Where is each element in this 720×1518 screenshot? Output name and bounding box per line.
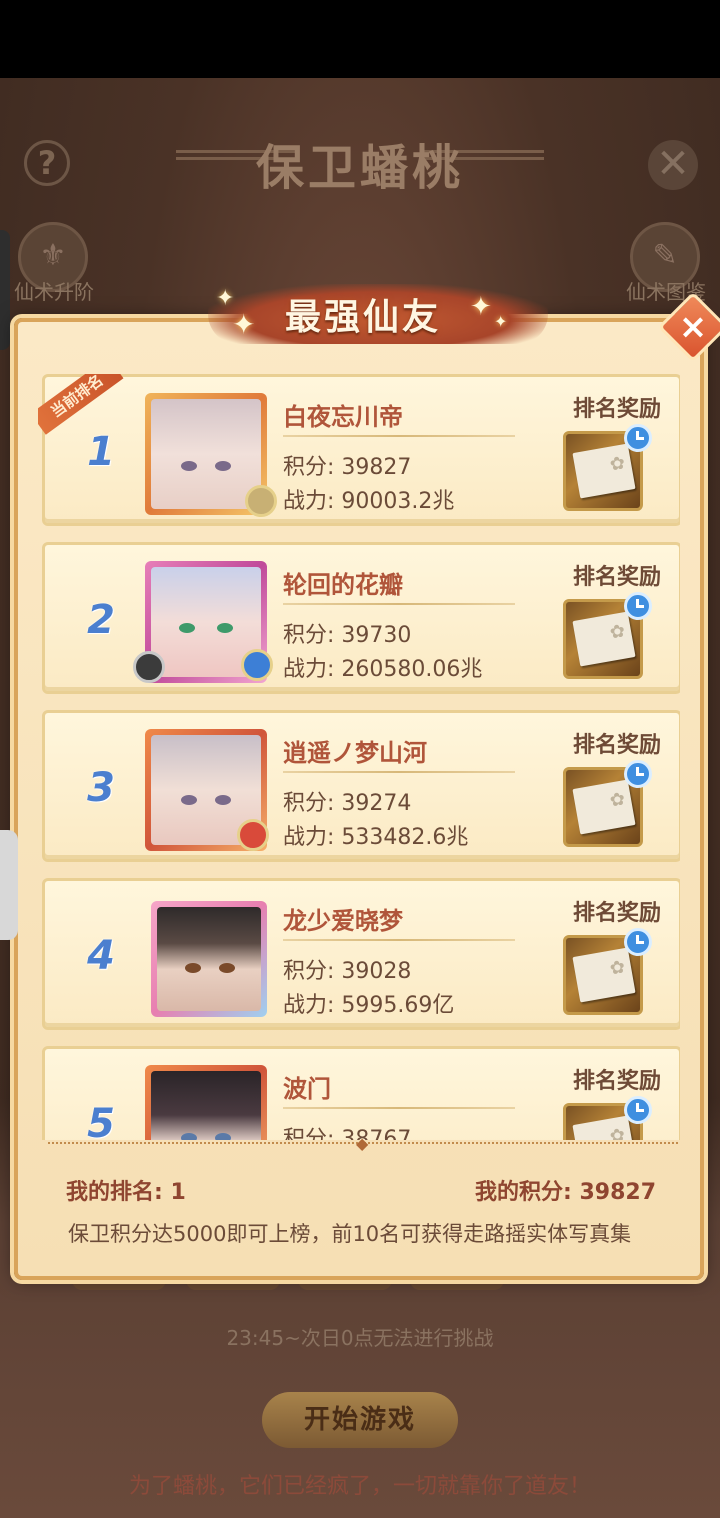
avatar-eye <box>181 795 197 805</box>
clock-icon <box>624 760 652 788</box>
ranking-row[interactable]: 4 龙少爱晓梦 积分: 39028 战力: 5995.69亿 排名奖励 <box>42 878 680 1030</box>
start-game-button[interactable]: 开始游戏 <box>262 1392 458 1448</box>
player-power: 战力: 5995.69亿 <box>283 993 455 1018</box>
challenge-time-notice: 23:45~次日0点无法进行挑战 <box>226 1326 494 1350</box>
clock-icon <box>624 1096 652 1124</box>
app-screen: ? 保卫蟠桃 ✕ ⚜ 仙术升阶 ✎ 仙术图鉴 23:45~次日0点无法进行挑战 … <box>0 0 720 1518</box>
player-score: 积分: 39827 <box>283 455 412 480</box>
player-name: 白夜忘川帝 <box>283 403 403 431</box>
player-power: 战力: 533482.6兆 <box>283 825 469 850</box>
player-name: 波门 <box>283 1075 331 1103</box>
avatar-eye <box>181 461 197 471</box>
avatar-portrait <box>157 907 261 1011</box>
side-drawer-handle[interactable] <box>0 830 18 940</box>
game-close-icon[interactable]: ✕ <box>648 140 698 190</box>
avatar-eye <box>185 963 201 973</box>
clock-icon <box>624 928 652 956</box>
avatar-eye <box>215 461 231 471</box>
reward-label: 排名奖励 <box>572 397 661 422</box>
ranking-row[interactable]: 3 逍遥ノ梦山河 积分: 39274 战力: 533482.6兆 排名奖励 <box>42 710 680 862</box>
pet-badge-icon <box>133 651 165 683</box>
photo-card-icon <box>572 947 636 1003</box>
photo-card-icon <box>572 779 636 835</box>
rank-number: 3 <box>87 765 115 811</box>
avatar[interactable] <box>145 1065 267 1140</box>
avatar-eye <box>215 1133 231 1140</box>
name-divider <box>283 603 515 605</box>
name-divider <box>283 771 515 773</box>
player-score: 积分: 38767 <box>283 1127 412 1140</box>
reward-item[interactable] <box>563 424 652 511</box>
my-score: 我的积分: 39827 <box>475 1180 656 1205</box>
slogan-text: 为了蟠桃，它们已经疯了，一切就靠你了道友！ <box>128 1474 591 1499</box>
divider-ornament-icon: ◆ <box>356 1134 369 1153</box>
sparkle-icon: ✦ <box>470 292 492 322</box>
ranking-row[interactable]: 5 波门 积分: 38767 排名奖励 <box>42 1046 680 1140</box>
modal-title: 最强仙友 <box>284 297 441 338</box>
avatar-eye <box>217 623 233 633</box>
reward-item[interactable] <box>563 1096 652 1140</box>
status-bar <box>0 0 720 78</box>
reward-label: 排名奖励 <box>572 1069 661 1094</box>
reward-label: 排名奖励 <box>572 733 661 758</box>
avatar-eye <box>219 963 235 973</box>
medal-badge-icon <box>245 485 277 517</box>
rank-number: 5 <box>87 1101 115 1140</box>
sparkle-icon: ✦ <box>232 308 256 341</box>
reward-label: 排名奖励 <box>572 901 661 926</box>
reward-item[interactable] <box>563 928 652 1015</box>
rank-number: 2 <box>87 597 115 643</box>
avatar-eye <box>215 795 231 805</box>
clock-icon <box>624 424 652 452</box>
avatar-portrait <box>151 1071 261 1140</box>
player-power: 战力: 260580.06兆 <box>283 657 483 682</box>
leaderboard-rule-tip: 保卫积分达5000即可上榜，前10名可获得走路摇实体写真集 <box>68 1222 632 1246</box>
player-name: 龙少爱晓梦 <box>283 907 403 935</box>
reward-item[interactable] <box>563 760 652 847</box>
rank-number: 1 <box>87 429 115 475</box>
rank-number: 4 <box>87 933 115 979</box>
ranking-row[interactable]: 当前排名 1 白夜忘川帝 积分: 39827 战力: 90003.2兆 排名奖励 <box>38 374 680 526</box>
photo-card-icon <box>572 443 636 499</box>
player-score: 积分: 39730 <box>283 623 412 648</box>
leaderboard-modal: 最强仙友 ✦ ✦ ✦ ✦ × 当前排名 1 白夜忘川帝 积分: 39827 战力… <box>14 284 720 1280</box>
clock-icon <box>624 592 652 620</box>
avatar-eye <box>181 1133 197 1140</box>
sparkle-icon: ✦ <box>494 312 508 331</box>
close-icon: × <box>678 307 708 347</box>
current-rank-tag: 当前排名 <box>38 374 124 435</box>
player-power: 战力: 90003.2兆 <box>283 489 455 514</box>
name-divider <box>283 1107 515 1109</box>
name-divider <box>283 939 515 941</box>
player-score: 积分: 39028 <box>283 959 412 984</box>
player-name: 轮回的花瓣 <box>283 571 403 599</box>
medal-badge-icon <box>237 819 269 851</box>
avatar-portrait <box>151 399 261 509</box>
avatar-eye <box>179 623 195 633</box>
reward-label: 排名奖励 <box>572 565 661 590</box>
my-rank: 我的排名: 1 <box>66 1180 186 1205</box>
ranking-list[interactable]: 当前排名 1 白夜忘川帝 积分: 39827 战力: 90003.2兆 排名奖励 <box>38 374 680 1140</box>
photo-card-icon <box>572 1115 636 1140</box>
photo-card-icon <box>572 611 636 667</box>
game-title: 保卫蟠桃 <box>255 140 464 196</box>
reward-item[interactable] <box>563 592 652 679</box>
player-score: 积分: 39274 <box>283 791 412 816</box>
avatar[interactable] <box>151 901 267 1017</box>
medal-badge-icon <box>241 649 273 681</box>
ranking-row[interactable]: 2 轮回的花瓣 积分: 39730 战力: 260580.06兆 排名奖励 <box>42 542 680 694</box>
name-divider <box>283 435 515 437</box>
player-name: 逍遥ノ梦山河 <box>283 739 427 767</box>
